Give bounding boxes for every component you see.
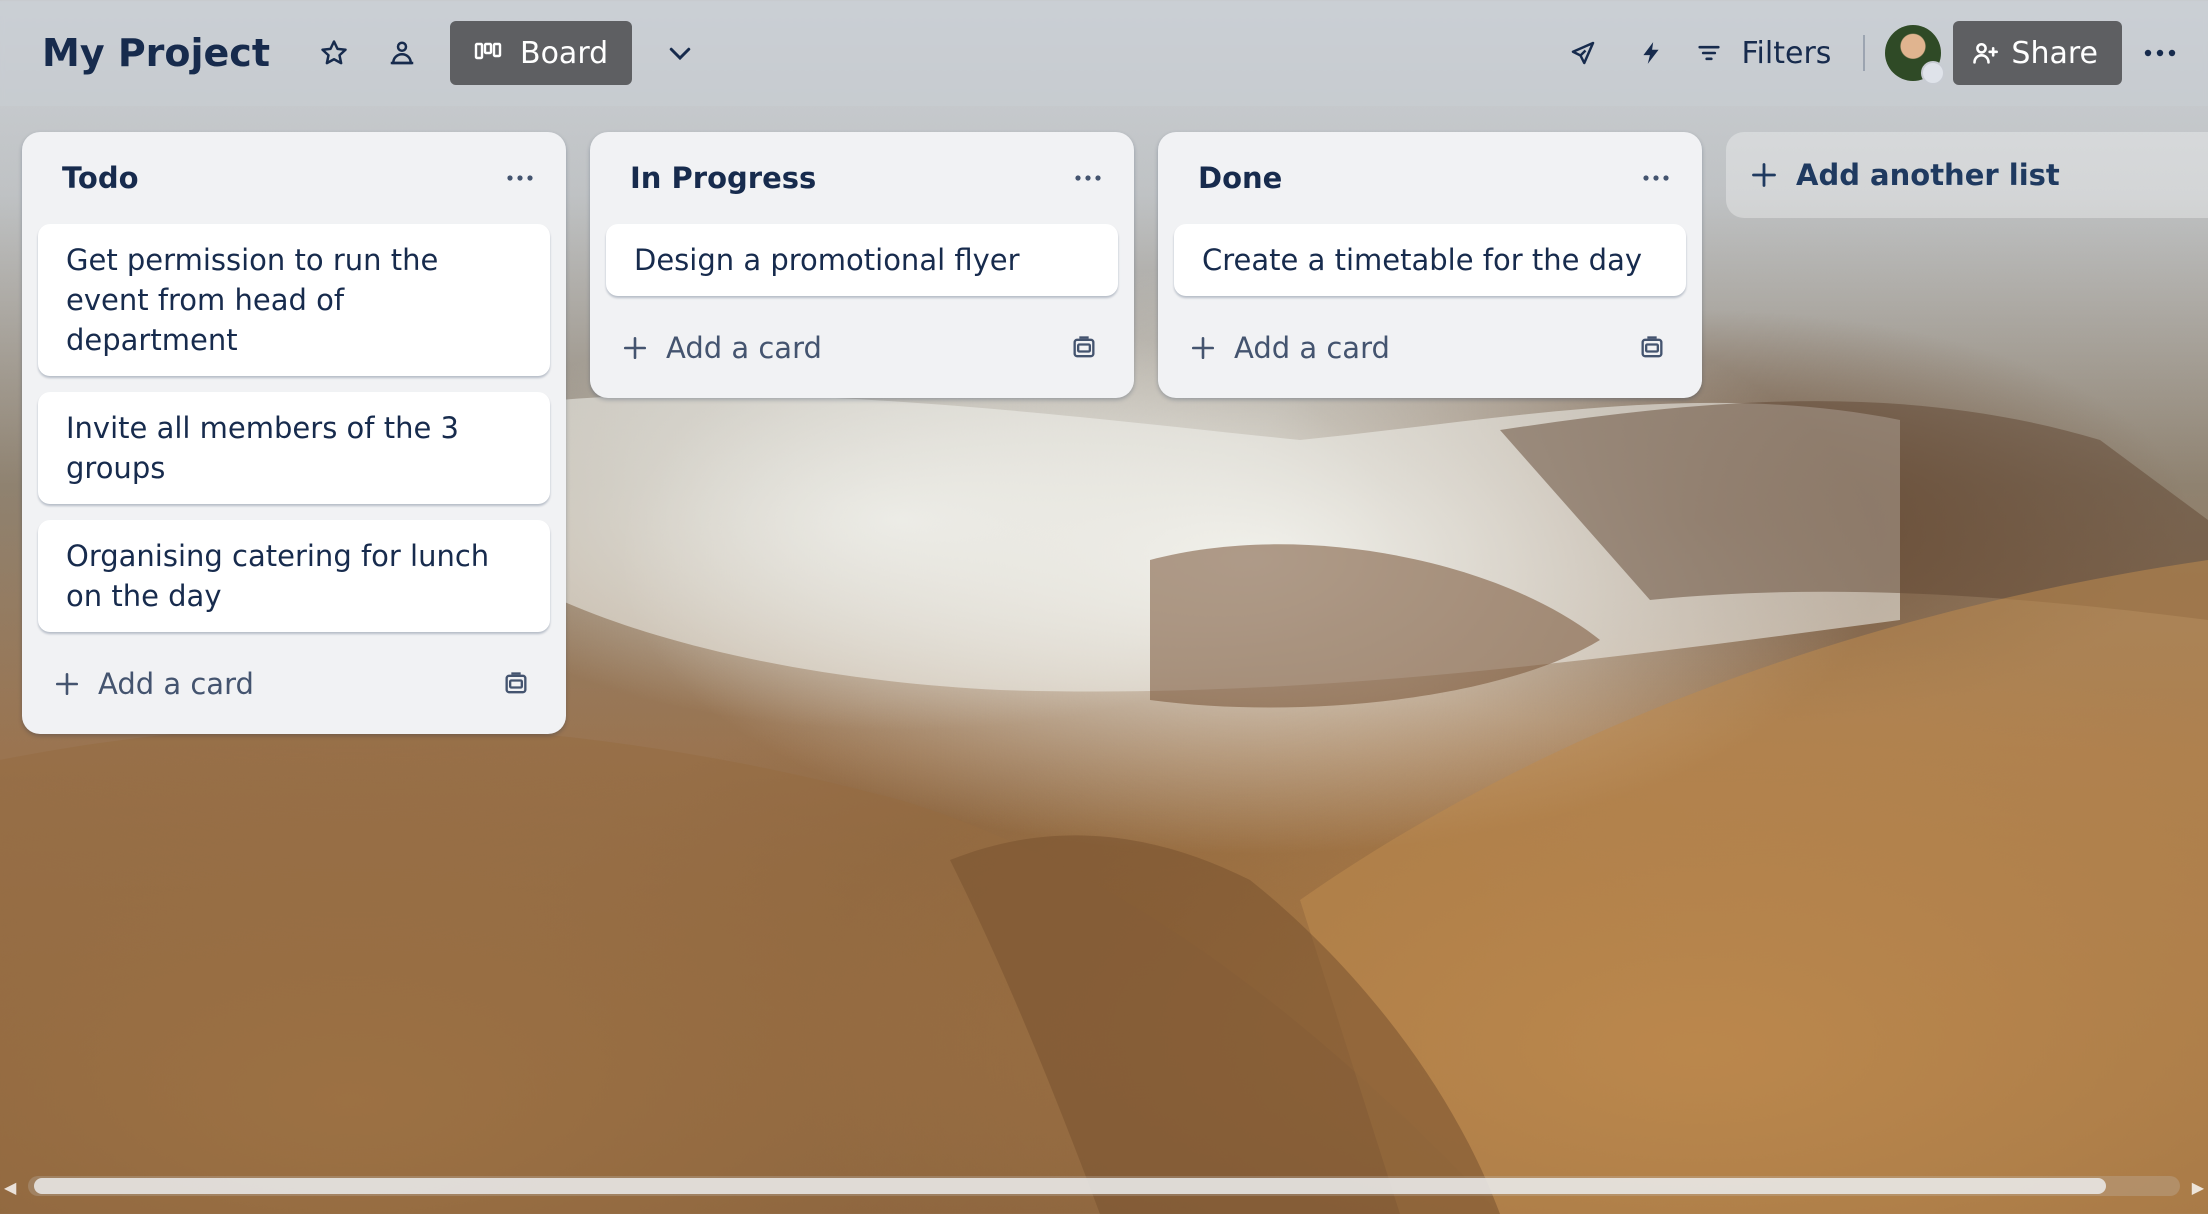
add-card-label: Add a card xyxy=(666,331,822,365)
add-card-button[interactable]: Add a card xyxy=(1190,331,1390,365)
scroll-left-icon[interactable]: ◀ xyxy=(4,1178,16,1197)
header-divider xyxy=(1863,35,1866,71)
card-template-icon[interactable] xyxy=(1626,322,1678,374)
card[interactable]: Create a timetable for the day xyxy=(1174,224,1686,296)
star-icon[interactable] xyxy=(310,29,358,77)
list-title[interactable]: Done xyxy=(1198,161,1282,195)
filters-label: Filters xyxy=(1741,35,1832,71)
board-header: My Project Board Filters Share xyxy=(0,0,2208,106)
add-person-icon xyxy=(1971,39,1999,67)
share-label: Share xyxy=(2011,35,2098,71)
add-card-row: Add a card xyxy=(606,312,1118,384)
lightning-icon[interactable] xyxy=(1627,29,1675,77)
list-header: Done xyxy=(1174,132,1686,224)
list-header: Todo xyxy=(38,132,550,224)
workspace-visibility-icon[interactable] xyxy=(378,29,426,77)
card-template-icon[interactable] xyxy=(490,658,542,710)
share-button[interactable]: Share xyxy=(1953,21,2122,85)
chevron-down-icon[interactable] xyxy=(656,29,704,77)
add-card-row: Add a card xyxy=(1174,312,1686,384)
list-ellipsis-icon[interactable] xyxy=(1062,152,1114,204)
plus-icon xyxy=(622,335,648,361)
card-template-icon[interactable] xyxy=(1058,322,1110,374)
rocket-icon[interactable] xyxy=(1559,29,1607,77)
card[interactable]: Get permission to run the event from hea… xyxy=(38,224,550,376)
scroll-right-icon[interactable]: ▶ xyxy=(2192,1178,2204,1197)
board-icon xyxy=(474,41,502,65)
board-title[interactable]: My Project xyxy=(42,31,270,75)
list-in-progress: In Progress Design a promotional flyer A… xyxy=(590,132,1134,398)
horizontal-scrollbar[interactable]: ◀ ▶ xyxy=(0,1174,2208,1214)
add-card-row: Add a card xyxy=(38,648,550,720)
add-card-button[interactable]: Add a card xyxy=(54,667,254,701)
more-menu-ellipsis-icon[interactable] xyxy=(2136,29,2184,77)
plus-icon xyxy=(1190,335,1216,361)
add-card-button[interactable]: Add a card xyxy=(622,331,822,365)
list-title[interactable]: Todo xyxy=(62,161,139,195)
add-card-label: Add a card xyxy=(98,667,254,701)
add-list-label: Add another list xyxy=(1796,158,2060,192)
card[interactable]: Design a promotional flyer xyxy=(606,224,1118,296)
list-header: In Progress xyxy=(606,132,1118,224)
filter-icon xyxy=(1695,39,1723,67)
list-todo: Todo Get permission to run the event fro… xyxy=(22,132,566,734)
list-done: Done Create a timetable for the day Add … xyxy=(1158,132,1702,398)
add-card-label: Add a card xyxy=(1234,331,1390,365)
card[interactable]: Organising catering for lunch on the day xyxy=(38,520,550,632)
list-ellipsis-icon[interactable] xyxy=(494,152,546,204)
view-board-label: Board xyxy=(520,35,609,71)
view-board-button[interactable]: Board xyxy=(450,21,633,85)
admin-badge-icon xyxy=(1921,61,1946,85)
filters-button[interactable]: Filters xyxy=(1695,36,1831,71)
scrollbar-thumb[interactable] xyxy=(34,1178,2106,1194)
add-list-button[interactable]: Add another list xyxy=(1726,132,2208,218)
list-ellipsis-icon[interactable] xyxy=(1630,152,1682,204)
list-title[interactable]: In Progress xyxy=(630,161,816,195)
avatar[interactable] xyxy=(1885,25,1946,85)
plus-icon xyxy=(1750,161,1778,189)
plus-icon xyxy=(54,671,80,697)
card[interactable]: Invite all members of the 3 groups xyxy=(38,392,550,504)
